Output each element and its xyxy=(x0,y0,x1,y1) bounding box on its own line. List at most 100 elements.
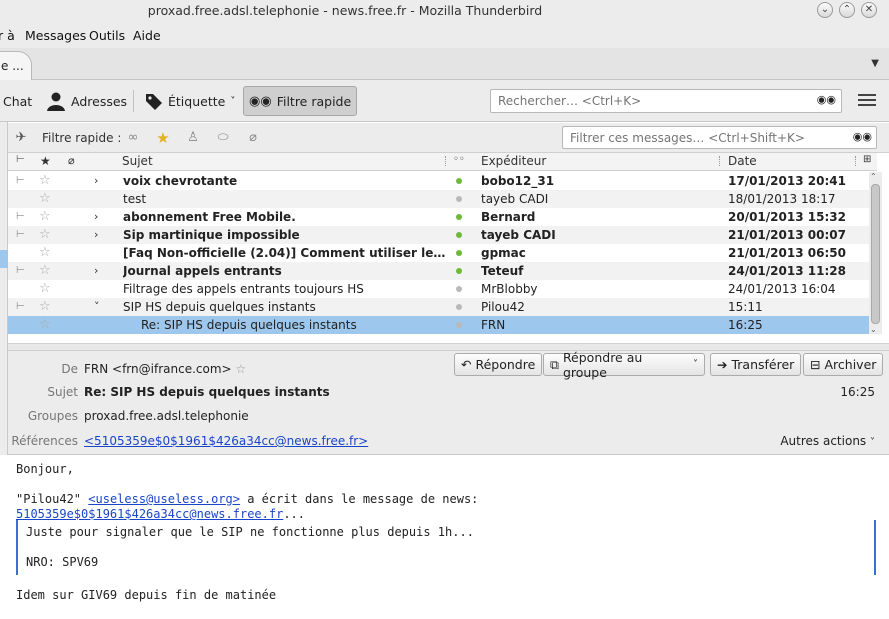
message-body: Bonjour, "Pilou42" <useless@useless.org>… xyxy=(8,456,889,619)
contact-filter-icon[interactable]: ♙ xyxy=(185,130,201,146)
read-status-dot[interactable] xyxy=(456,196,462,202)
references-link[interactable]: <5105359e$0$1961$426a34cc@news.free.fr> xyxy=(84,434,368,448)
read-status-dot[interactable] xyxy=(456,268,462,274)
reply-button[interactable]: ↶ Répondre xyxy=(454,353,543,376)
archive-button[interactable]: ⊟ Archiver xyxy=(803,353,884,376)
filter-messages-field[interactable]: ◉◉ xyxy=(562,126,877,149)
column-subject[interactable]: Sujet xyxy=(122,154,153,168)
chevron-right-icon[interactable]: › xyxy=(94,262,98,280)
from-value[interactable]: FRN <frn@ifrance.com> ☆ xyxy=(84,362,246,376)
message-row[interactable]: ⊢ ☆ › Sip martinique impossible tayeb CADI 21… xyxy=(8,226,869,244)
close-window-button[interactable]: ✕ xyxy=(861,2,877,18)
star-icon[interactable]: ☆ xyxy=(39,280,51,298)
star-filter-icon[interactable]: ★ xyxy=(155,130,171,146)
forward-button[interactable]: ➔ Transférer xyxy=(710,353,802,376)
message-row[interactable]: ☆ Filtrage des appels entrants toujours H… xyxy=(8,280,869,298)
tab-folder[interactable]: e ... xyxy=(0,51,32,81)
message-row[interactable]: ☆ test tayeb CADI 18/01/2013 18:17 xyxy=(8,190,869,208)
tag-button[interactable]: Étiquette ˅ xyxy=(140,86,240,116)
column-sender[interactable]: Expéditeur xyxy=(481,154,546,168)
thread-icon[interactable]: ⊢ xyxy=(16,172,25,190)
read-status-dot[interactable] xyxy=(456,250,462,256)
pane-splitter[interactable] xyxy=(8,343,889,351)
attribution-email-link[interactable]: <useless@useless.org> xyxy=(88,492,240,506)
reply-icon: ↶ xyxy=(461,357,472,372)
menu-item-go[interactable]: r à xyxy=(0,28,15,43)
star-icon[interactable]: ☆ xyxy=(39,244,51,262)
address-book-button[interactable]: Adresses xyxy=(41,86,132,116)
menu-item-tools[interactable]: Outils xyxy=(89,28,125,43)
attribution-message-link[interactable]: 5105359e$0$1961$426a34cc@news.free.fr xyxy=(16,507,283,521)
read-status-dot[interactable] xyxy=(456,232,462,238)
read-status-dot[interactable] xyxy=(456,304,462,310)
other-actions-button[interactable]: Autres actions ˅ xyxy=(780,434,875,448)
folder-pane-edge xyxy=(0,122,8,455)
star-icon[interactable]: ☆ xyxy=(39,298,51,316)
tag-filter-icon[interactable]: ⬭ xyxy=(215,130,231,146)
reply-group-button[interactable]: ⧉ Répondre au groupe ˅ xyxy=(543,350,705,380)
attachment-column-icon[interactable]: ⌀ xyxy=(68,154,75,167)
message-row[interactable]: ⊢ ☆ › voix chevrotante bobo12_31 17/01/2013 2… xyxy=(8,172,869,190)
star-column-icon[interactable]: ★ xyxy=(40,154,51,168)
column-grip[interactable] xyxy=(445,156,447,166)
global-search-input[interactable] xyxy=(498,94,798,108)
scroll-up-icon[interactable]: ⌃ xyxy=(870,172,877,181)
message-row[interactable]: ⊢ ☆ › Journal appels entrants Teteuf 24/01/20… xyxy=(8,262,869,280)
scrollbar-thumb[interactable] xyxy=(871,184,880,324)
message-row[interactable]: ☆ [Faq Non-officielle (2.04)] Comment uti… xyxy=(8,244,869,262)
message-time: 16:25 xyxy=(840,385,875,399)
read-status-dot[interactable] xyxy=(456,214,462,220)
chevron-down-icon[interactable]: ˅ xyxy=(693,359,698,370)
star-icon[interactable]: ☆ xyxy=(39,208,51,226)
chevron-right-icon[interactable]: › xyxy=(94,208,98,226)
read-status-dot[interactable] xyxy=(456,286,462,292)
chevron-right-icon[interactable]: › xyxy=(94,172,98,190)
quick-filter-button[interactable]: ◉◉ Filtre rapide xyxy=(243,86,358,116)
chat-button[interactable]: Chat xyxy=(0,86,37,116)
refs-label: Références xyxy=(11,434,78,448)
selected-folder[interactable] xyxy=(0,250,8,268)
app-menu-icon[interactable] xyxy=(858,94,876,108)
star-icon[interactable]: ☆ xyxy=(232,362,246,376)
menu-item-messages[interactable]: Messages xyxy=(25,28,86,43)
message-row[interactable]: ☆ Re: SIP HS depuis quelques instants FRN 1… xyxy=(8,316,869,334)
filter-messages-input[interactable] xyxy=(570,131,870,145)
message-row[interactable]: ⊢ ☆ › abonnement Free Mobile. Bernard 20/01/2… xyxy=(8,208,869,226)
thread-icon[interactable]: ⊢ xyxy=(16,298,25,316)
star-icon[interactable]: ☆ xyxy=(39,262,51,280)
read-status-dot[interactable] xyxy=(456,322,462,328)
read-status-dot[interactable] xyxy=(456,178,462,184)
quote-line: NRO: SPV69 xyxy=(26,555,99,569)
scroll-down-icon[interactable]: ⌄ xyxy=(870,325,877,334)
star-icon[interactable]: ☆ xyxy=(39,190,51,208)
menu-item-help[interactable]: Aide xyxy=(133,28,161,43)
tab-list-icon[interactable]: ▼ xyxy=(871,58,879,69)
thread-icon[interactable]: ⊢ xyxy=(16,226,25,244)
thread-icon[interactable]: ⊢ xyxy=(16,208,25,226)
thread-scrollbar[interactable]: ⌃ ⌄ xyxy=(869,172,882,334)
pin-icon[interactable]: ✈ xyxy=(13,130,29,146)
chevron-right-icon[interactable]: › xyxy=(94,226,98,244)
maximize-button[interactable]: ⌃ xyxy=(839,2,855,18)
column-grip[interactable] xyxy=(855,156,857,166)
message-subject: test xyxy=(123,192,147,206)
message-sender: MrBlobby xyxy=(481,282,538,296)
unread-filter-icon[interactable]: ∞ xyxy=(125,130,141,146)
chevron-down-icon[interactable]: ˅ xyxy=(94,298,100,316)
global-search-field[interactable]: ◉◉ xyxy=(490,89,842,113)
column-date[interactable]: Date xyxy=(728,154,757,168)
groups-value[interactable]: proxad.free.adsl.telephonie xyxy=(84,409,249,423)
star-icon[interactable]: ☆ xyxy=(39,316,51,334)
message-date: 24/01/2013 11:28 xyxy=(728,264,846,278)
message-row[interactable]: ⊢ ☆ ˅ SIP HS depuis quelques instants Pilou4… xyxy=(8,298,869,316)
thread-column-icon[interactable]: ⊢ xyxy=(16,154,25,165)
star-icon[interactable]: ☆ xyxy=(39,172,51,190)
read-status-column-icon[interactable]: ◦◦ xyxy=(453,154,465,165)
minimize-button[interactable]: ⌄ xyxy=(817,2,833,18)
attachment-filter-icon[interactable]: ⌀ xyxy=(245,130,261,146)
star-icon[interactable]: ☆ xyxy=(39,226,51,244)
column-grip[interactable] xyxy=(719,156,721,166)
column-picker-icon[interactable]: ⊞ xyxy=(863,154,871,165)
message-sender: tayeb CADI xyxy=(481,228,556,242)
thread-icon[interactable]: ⊢ xyxy=(16,262,25,280)
